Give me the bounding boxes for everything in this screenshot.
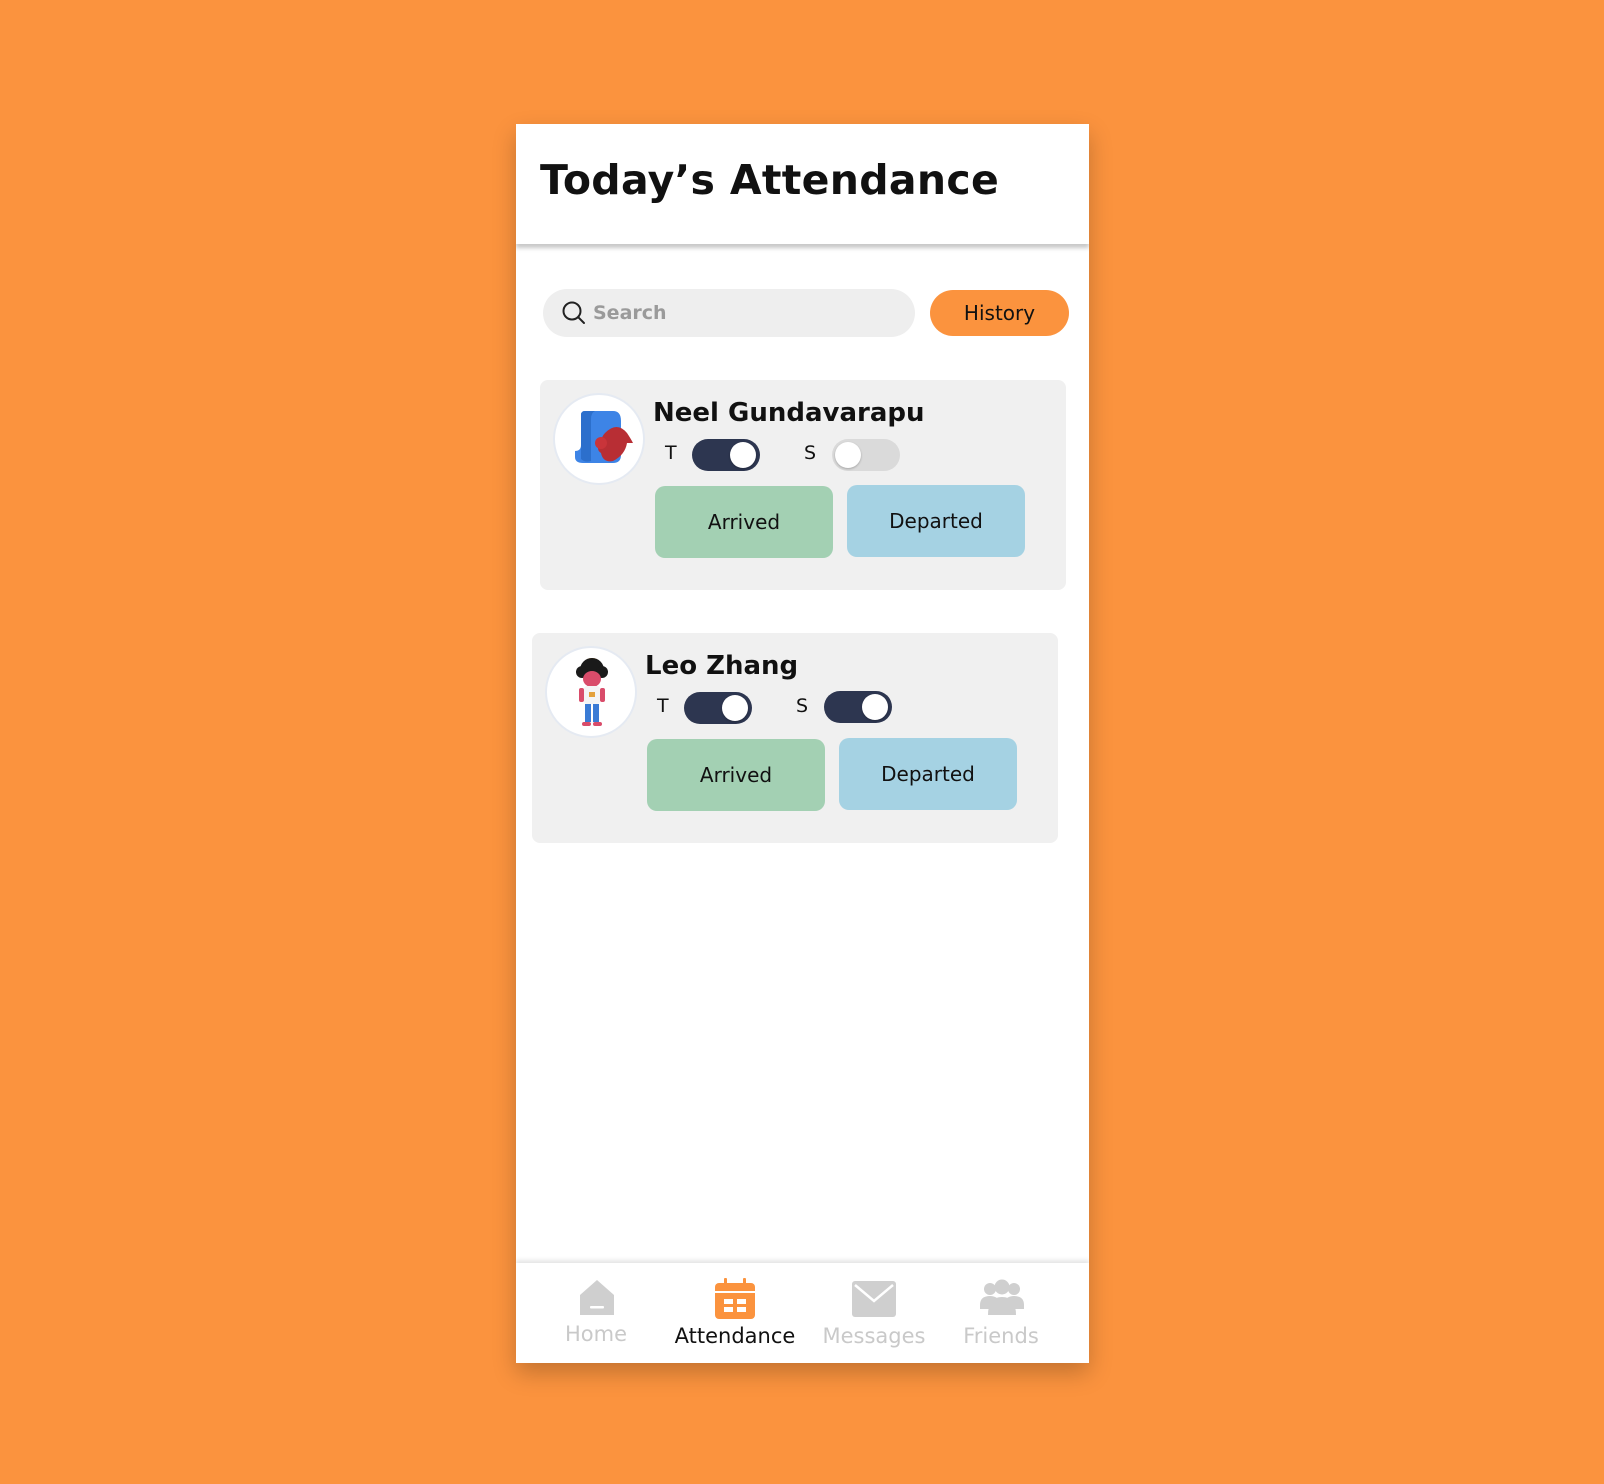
nav-label: Friends: [963, 1324, 1039, 1348]
bottom-nav: Home Attendance Messages Friends: [516, 1263, 1089, 1363]
toggle-knob: [722, 695, 748, 721]
student-name: Leo Zhang: [645, 651, 799, 681]
home-icon: [577, 1277, 617, 1321]
toggle-knob: [862, 694, 888, 720]
toggle-t[interactable]: [684, 692, 752, 724]
envelope-icon: [852, 1281, 896, 1321]
student-card: Leo Zhang T S Arrived Departed: [532, 633, 1058, 843]
page-header: Today’s Attendance: [516, 124, 1089, 244]
toggle-s[interactable]: [824, 691, 892, 723]
student-name: Neel Gundavarapu: [653, 398, 925, 428]
page-title: Today’s Attendance: [540, 156, 1000, 204]
toggle-s[interactable]: [832, 439, 900, 471]
nav-item-attendance[interactable]: Attendance: [660, 1263, 810, 1363]
toggle-t[interactable]: [692, 439, 760, 471]
search-icon: [561, 300, 587, 326]
nav-item-home[interactable]: Home: [541, 1263, 651, 1363]
toggle-knob: [835, 442, 861, 468]
people-icon: [979, 1279, 1025, 1321]
nav-label: Messages: [822, 1324, 926, 1348]
nav-label: Attendance: [674, 1324, 796, 1348]
nav-item-friends[interactable]: Friends: [946, 1263, 1056, 1363]
departed-button[interactable]: Departed: [839, 738, 1017, 810]
toggle-label-s: S: [796, 695, 809, 717]
nav-label: Home: [564, 1322, 627, 1346]
avatar: [545, 646, 637, 738]
phone-screen: Today’s Attendance History Neel Gundavar…: [516, 124, 1089, 1363]
arrived-button[interactable]: Arrived: [647, 739, 825, 811]
toggle-label-t: T: [665, 442, 677, 464]
toggle-label-t: T: [657, 695, 669, 717]
student-card: Neel Gundavarapu T S Arrived Departed: [540, 380, 1066, 590]
avatar: [553, 393, 645, 485]
toggle-knob: [730, 442, 756, 468]
nav-item-messages[interactable]: Messages: [819, 1263, 929, 1363]
departed-button[interactable]: Departed: [847, 485, 1025, 557]
arrived-button[interactable]: Arrived: [655, 486, 833, 558]
calendar-icon: [713, 1277, 757, 1325]
history-button[interactable]: History: [930, 290, 1069, 336]
search-bar[interactable]: [543, 289, 915, 337]
search-input[interactable]: [593, 289, 893, 337]
toggle-label-s: S: [804, 442, 817, 464]
